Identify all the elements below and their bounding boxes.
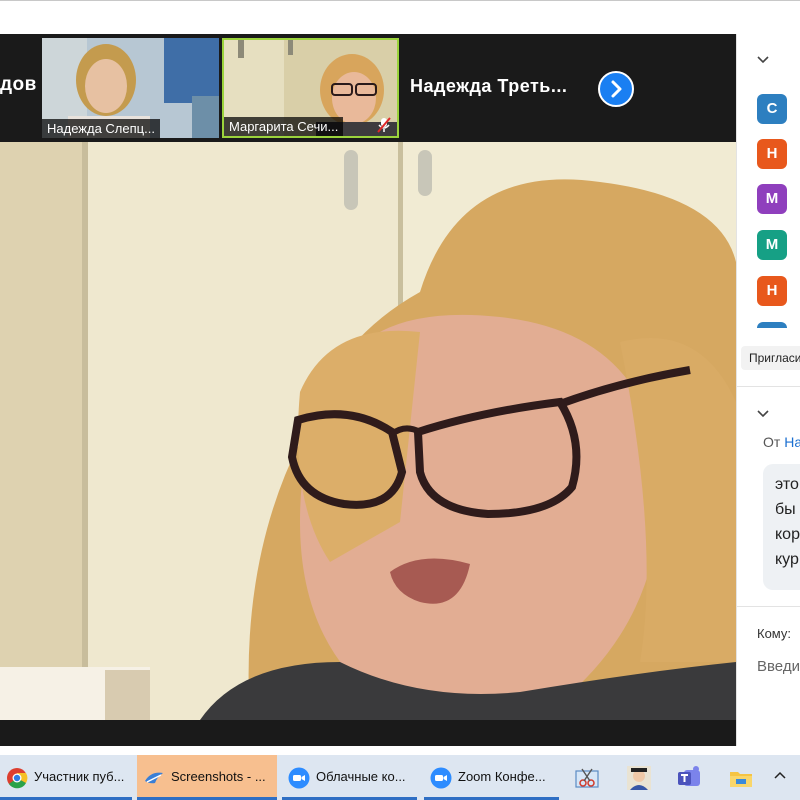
chat-input[interactable]: Введи [757,658,800,675]
panel-divider [737,606,800,607]
invite-button[interactable]: Приглаcи [741,346,800,370]
from-label: От [763,434,781,450]
teacher-app-icon[interactable] [626,765,652,791]
next-participants-button[interactable] [598,71,634,107]
panel-divider [737,386,800,387]
taskbar-item-zoom-cloud[interactable]: Облачные ко... [282,755,417,800]
chat-message-header: От На [763,434,800,450]
side-panel: С Н М М Н Приглаcи От На это бы кор кур … [736,34,800,746]
participant-avatar[interactable]: М [757,184,787,214]
chevron-down-icon[interactable] [757,56,769,64]
speaker-video-frame [0,142,736,720]
teams-icon[interactable] [676,765,702,791]
participant-avatar-partial [757,322,787,328]
chat-recipient-label: Кому: [757,626,791,641]
active-speaker-video [0,142,736,720]
chat-sender[interactable]: На [784,434,800,450]
file-explorer-icon[interactable] [728,765,754,791]
screenshots-app-icon [145,772,163,784]
participant-avatar[interactable]: С [757,94,787,124]
chat-message-line: бы [775,501,796,518]
partial-participant-name: дов [0,74,37,95]
zoom-meeting-area: дов Надежда Слепц... Маргарита Сечи... Н… [0,34,736,746]
participant-name-tile[interactable]: Надежда Треть... [404,38,584,138]
chrome-icon [7,768,28,789]
chevron-down-icon[interactable] [757,410,769,418]
zoom-icon [288,767,310,789]
chat-message-line: кур [775,551,799,568]
taskbar-item-zoom-conference[interactable]: Zoom Конфе... [424,755,559,800]
chat-message-bubble: это бы кор кур [763,464,800,590]
taskbar-item-label: Участник пуб... [34,769,125,784]
participant-name-label: Надежда Слепц... [42,119,160,138]
chat-message-line: кор [775,526,800,543]
participant-thumbnail[interactable]: Надежда Слепц... [42,38,219,138]
taskbar-item-chrome[interactable]: Участник пуб... [0,755,132,800]
chat-message-line: это [775,476,799,493]
participant-name-label: Маргарита Сечи... [224,117,344,136]
mic-muted-icon [377,117,391,133]
taskbar-item-label: Облачные ко... [316,769,406,784]
window-top-bar [0,0,800,35]
windows-taskbar: Участник пуб... Screenshots - ... Облачн… [0,755,800,800]
taskbar-item-screenshots[interactable]: Screenshots - ... [137,755,277,800]
snipping-tool-icon[interactable] [574,765,600,791]
caret-up-icon[interactable] [774,771,786,779]
taskbar-item-label: Zoom Конфе... [458,769,546,784]
zoom-icon [430,767,452,789]
participant-avatar[interactable]: Н [757,139,787,169]
participant-avatar[interactable]: Н [757,276,787,306]
taskbar-item-label: Screenshots - ... [171,769,266,784]
participant-strip: дов Надежда Слепц... Маргарита Сечи... Н… [0,34,736,142]
participant-avatar[interactable]: М [757,230,787,260]
participant-thumbnail-active-speaker[interactable]: Маргарита Сечи... [222,38,399,138]
chevron-right-icon [611,80,622,98]
